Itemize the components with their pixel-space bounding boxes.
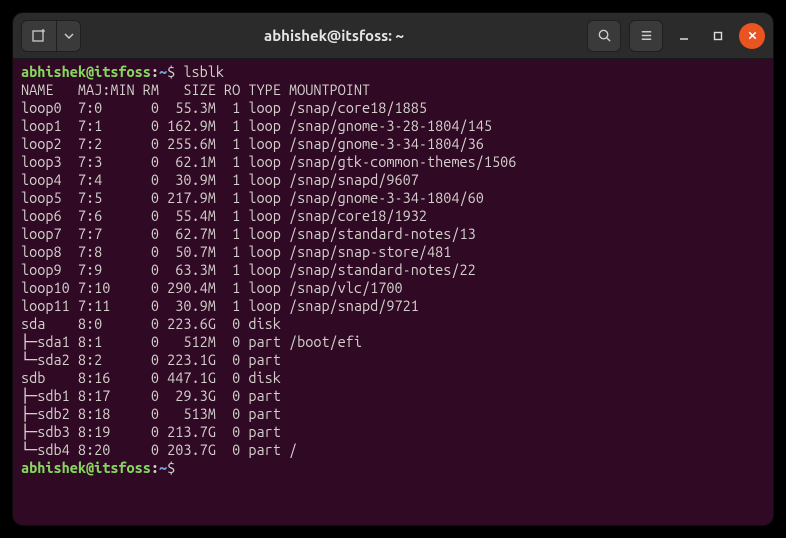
command-text: lsblk (183, 63, 224, 80)
maximize-button[interactable] (705, 23, 731, 49)
lsblk-row: ├─sdb1 8:17 0 29.3G 0 part (21, 387, 765, 405)
lsblk-row: loop9 7:9 0 63.3M 1 loop /snap/standard-… (21, 261, 765, 279)
prompt-dollar: $ (167, 63, 175, 80)
prompt-line: abhishek@itsfoss:~$ lsblk (21, 63, 765, 81)
titlebar-left-group (21, 20, 81, 52)
lsblk-row: └─sda2 8:2 0 223.1G 0 part (21, 351, 765, 369)
lsblk-row: loop6 7:6 0 55.4M 1 loop /snap/core18/19… (21, 207, 765, 225)
chevron-down-icon (64, 31, 74, 41)
terminal-window: abhishek@itsfoss: ~ abhishek@itsfoss:~$ … (13, 13, 773, 525)
lsblk-row: ├─sda1 8:1 0 512M 0 part /boot/efi (21, 333, 765, 351)
lsblk-row: sdb 8:16 0 447.1G 0 disk (21, 369, 765, 387)
lsblk-row: loop0 7:0 0 55.3M 1 loop /snap/core18/18… (21, 99, 765, 117)
hamburger-icon (639, 28, 654, 43)
terminal-body[interactable]: abhishek@itsfoss:~$ lsblkNAME MAJ:MIN RM… (13, 59, 773, 525)
prompt-userhost: abhishek@itsfoss (21, 63, 151, 80)
new-tab-icon (31, 28, 47, 44)
search-icon (597, 28, 612, 43)
titlebar-right-group (587, 20, 765, 52)
titlebar: abhishek@itsfoss: ~ (13, 13, 773, 59)
lsblk-header: NAME MAJ:MIN RM SIZE RO TYPE MOUNTPOINT (21, 81, 765, 99)
prompt-path: ~ (159, 63, 167, 80)
window-title: abhishek@itsfoss: ~ (87, 27, 581, 44)
lsblk-row: ├─sdb3 8:19 0 213.7G 0 part (21, 423, 765, 441)
lsblk-row: loop10 7:10 0 290.4M 1 loop /snap/vlc/17… (21, 279, 765, 297)
close-button[interactable] (739, 23, 765, 49)
prompt-colon: : (151, 459, 159, 476)
lsblk-row: loop7 7:7 0 62.7M 1 loop /snap/standard-… (21, 225, 765, 243)
lsblk-row: ├─sdb2 8:18 0 513M 0 part (21, 405, 765, 423)
lsblk-row: └─sdb4 8:20 0 203.7G 0 part / (21, 441, 765, 459)
search-button[interactable] (587, 20, 621, 52)
lsblk-row: loop4 7:4 0 30.9M 1 loop /snap/snapd/960… (21, 171, 765, 189)
lsblk-row: loop1 7:1 0 162.9M 1 loop /snap/gnome-3-… (21, 117, 765, 135)
prompt-colon: : (151, 63, 159, 80)
prompt-userhost: abhishek@itsfoss (21, 459, 151, 476)
lsblk-row: loop11 7:11 0 30.9M 1 loop /snap/snapd/9… (21, 297, 765, 315)
prompt-dollar: $ (167, 459, 175, 476)
close-icon (747, 30, 758, 41)
lsblk-row: loop5 7:5 0 217.9M 1 loop /snap/gnome-3-… (21, 189, 765, 207)
lsblk-row: loop8 7:8 0 50.7M 1 loop /snap/snap-stor… (21, 243, 765, 261)
prompt-path: ~ (159, 459, 167, 476)
prompt-line: abhishek@itsfoss:~$ (21, 459, 765, 477)
new-tab-dropdown-button[interactable] (57, 20, 81, 52)
lsblk-row: sda 8:0 0 223.6G 0 disk (21, 315, 765, 333)
new-tab-button[interactable] (21, 20, 57, 52)
minimize-button[interactable] (671, 23, 697, 49)
menu-button[interactable] (629, 20, 663, 52)
lsblk-row: loop2 7:2 0 255.6M 1 loop /snap/gnome-3-… (21, 135, 765, 153)
lsblk-row: loop3 7:3 0 62.1M 1 loop /snap/gtk-commo… (21, 153, 765, 171)
minimize-icon (678, 30, 690, 42)
maximize-icon (712, 30, 724, 42)
